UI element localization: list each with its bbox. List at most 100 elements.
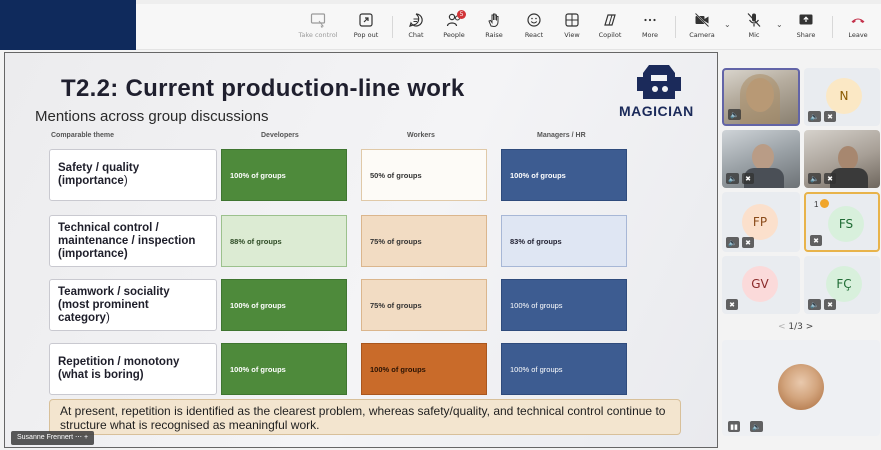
- participant-tile-video-1[interactable]: 🔈: [722, 68, 800, 126]
- cell-developers-repetition: 100% of groups: [221, 343, 347, 395]
- mic-off-icon: [747, 13, 761, 27]
- more-icon: [644, 18, 656, 22]
- avatar: FS: [828, 206, 864, 242]
- react-icon: [527, 13, 541, 27]
- mic-label: Mic: [748, 31, 760, 39]
- column-header-workers: Workers: [407, 132, 435, 139]
- slide-subtitle: Mentions across group discussions: [35, 108, 269, 125]
- mic-muted-icon: 🔈: [808, 299, 821, 310]
- theme-repetition: Repetition / monotony (what is boring): [49, 343, 217, 395]
- video-off-icon: ✖: [810, 235, 822, 246]
- cell-developers-safety: 100% of groups: [221, 149, 347, 201]
- pop-out-button[interactable]: Pop out: [344, 12, 388, 46]
- avatar: FP: [742, 204, 778, 240]
- mic-muted-icon: 🔈: [808, 173, 821, 184]
- cell-workers-safety: 50% of groups: [361, 149, 487, 201]
- participant-tile-video-2[interactable]: 🔈 ✖: [722, 130, 800, 188]
- camera-button[interactable]: Camera: [680, 12, 724, 46]
- slide-conclusion-note: At present, repetition is identified as …: [49, 399, 681, 435]
- participant-tile-n[interactable]: N 🔈 ✖: [804, 68, 880, 126]
- cell-managers-repetition: 100% of groups: [501, 343, 627, 395]
- raised-hand-order: 1: [814, 200, 819, 209]
- participant-pager: < 1/3 >: [778, 322, 813, 332]
- chat-label: Chat: [408, 31, 424, 39]
- view-label: View: [564, 31, 580, 39]
- avatar: N: [826, 78, 862, 114]
- people-count-badge: 5: [457, 10, 466, 19]
- raise-label: Raise: [485, 31, 503, 39]
- video-off-icon: ✖: [742, 173, 754, 184]
- presenter-options-icon[interactable]: ⋯ +: [75, 434, 88, 441]
- more-label: More: [641, 31, 659, 39]
- participant-tile-video-3[interactable]: 🔈 ✖: [804, 130, 880, 188]
- chat-icon: [409, 13, 423, 27]
- mic-muted-icon: 🔈: [726, 237, 739, 248]
- mic-muted-icon: 🔈: [750, 421, 763, 432]
- more-button[interactable]: More: [628, 12, 672, 46]
- avatar: GV: [742, 266, 778, 302]
- copilot-button[interactable]: Copilot: [588, 12, 632, 46]
- participant-tile-fc[interactable]: FÇ 🔈 ✖: [804, 256, 880, 314]
- share-icon: [799, 14, 813, 25]
- leave-button[interactable]: Leave: [836, 12, 880, 46]
- cell-managers-teamwork: 100% of groups: [501, 279, 627, 331]
- video-off-icon: ✖: [726, 299, 738, 310]
- pager-next-button[interactable]: >: [806, 322, 814, 332]
- mic-muted-icon: 🔈: [726, 173, 739, 184]
- cell-managers-technical: 83% of groups: [501, 215, 627, 267]
- mic-muted-icon: 🔈: [728, 109, 741, 120]
- pager-page-indicator: 1/3: [788, 322, 803, 332]
- cell-workers-teamwork: 75% of groups: [361, 279, 487, 331]
- brand-bar: [0, 0, 136, 50]
- pager-prev-button[interactable]: <: [778, 322, 786, 332]
- theme-teamwork: Teamwork / sociality (most prominent categ…: [49, 279, 217, 331]
- mic-button[interactable]: Mic: [732, 12, 776, 46]
- meeting-window: Take control Pop out Chat 5 People Raise…: [0, 0, 881, 450]
- camera-label: Camera: [689, 31, 715, 39]
- copilot-label: Copilot: [598, 31, 622, 39]
- participant-tile-fs[interactable]: 1 FS ✖: [804, 192, 880, 252]
- logo-text: MAGICIAN: [619, 103, 694, 119]
- raise-hand-icon: [488, 13, 499, 28]
- view-icon: [565, 13, 579, 27]
- raise-hand-button[interactable]: Raise: [472, 12, 516, 46]
- column-header-developers: Developers: [261, 132, 299, 139]
- camera-off-icon: [694, 12, 710, 28]
- mic-options-chevron-icon[interactable]: ⌄: [776, 20, 783, 29]
- slide-title: T2.2: Current production-line work: [61, 75, 465, 102]
- camera-options-chevron-icon[interactable]: ⌄: [724, 20, 731, 29]
- presenter-name-tag: Susanne Frennert ⋯ +: [11, 431, 95, 445]
- self-avatar: [778, 364, 824, 410]
- theme-technical-control: Technical control / maintenance / inspect…: [49, 215, 217, 267]
- video-off-icon: ✖: [742, 237, 754, 248]
- react-label: React: [524, 31, 544, 39]
- video-off-icon: ✖: [824, 111, 836, 122]
- leave-label: Leave: [848, 31, 868, 39]
- cell-developers-technical: 88% of groups: [221, 215, 347, 267]
- column-header-managers: Managers / HR: [537, 132, 586, 139]
- cell-developers-teamwork: 100% of groups: [221, 279, 347, 331]
- mic-muted-icon: 🔈: [808, 111, 821, 122]
- self-view-tile[interactable]: ▮▮ 🔈: [722, 340, 880, 436]
- participant-tile-fp[interactable]: FP 🔈 ✖: [722, 192, 800, 252]
- cell-managers-safety: 100% of groups: [501, 149, 627, 201]
- audio-level-icon: ▮▮: [728, 421, 740, 432]
- people-label: People: [443, 31, 465, 39]
- shared-screen[interactable]: T2.2: Current production-line work Menti…: [4, 52, 718, 448]
- theme-safety-quality: Safety / quality (importance): [49, 149, 217, 201]
- cell-workers-repetition: 100% of groups: [361, 343, 487, 395]
- leave-icon: [851, 18, 865, 23]
- pop-out-icon: [359, 13, 373, 27]
- video-off-icon: ✖: [824, 173, 836, 184]
- pop-out-label: Pop out: [353, 31, 379, 39]
- raised-hand-icon: [820, 199, 829, 208]
- share-label: Share: [796, 31, 816, 39]
- people-button[interactable]: 5 People: [432, 10, 476, 46]
- participant-tile-gv[interactable]: GV ✖: [722, 256, 800, 314]
- meeting-toolbar: Take control Pop out Chat 5 People Raise…: [0, 0, 881, 50]
- video-off-icon: ✖: [824, 299, 836, 310]
- share-button[interactable]: Share: [784, 12, 828, 46]
- take-control-label: Take control: [298, 31, 338, 39]
- take-control-button[interactable]: Take control: [296, 12, 340, 46]
- cell-workers-technical: 75% of groups: [361, 215, 487, 267]
